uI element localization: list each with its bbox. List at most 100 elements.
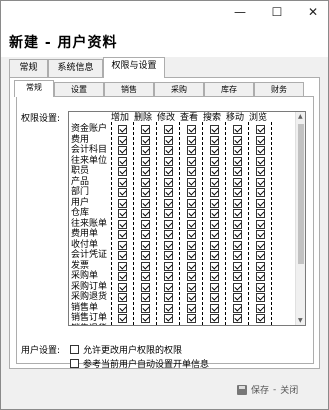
permission-checkbox[interactable] — [141, 251, 150, 260]
permission-checkbox[interactable] — [141, 303, 150, 313]
permission-checkbox[interactable] — [164, 293, 173, 302]
scroll-up-icon[interactable]: ▲ — [298, 113, 303, 120]
permission-checkbox[interactable] — [210, 261, 219, 271]
permission-checkbox[interactable] — [210, 282, 219, 292]
permission-checkbox[interactable] — [187, 146, 196, 155]
permission-checkbox[interactable] — [118, 125, 127, 134]
permission-checkbox[interactable] — [187, 251, 196, 260]
permission-checkbox[interactable] — [187, 219, 196, 229]
permission-checkbox[interactable] — [141, 177, 150, 187]
permission-checkbox[interactable] — [118, 198, 127, 208]
tab-general[interactable]: 常规 — [9, 59, 48, 77]
permission-checkbox[interactable] — [187, 135, 196, 145]
permission-checkbox[interactable] — [164, 177, 173, 187]
permission-checkbox[interactable] — [141, 135, 150, 145]
permission-checkbox[interactable] — [164, 188, 173, 197]
permission-checkbox[interactable] — [164, 324, 173, 325]
permission-checkbox[interactable] — [187, 167, 196, 176]
permission-checkbox[interactable] — [164, 167, 173, 176]
permission-checkbox[interactable] — [141, 219, 150, 229]
permission-checkbox[interactable] — [233, 156, 242, 166]
permission-checkbox[interactable] — [141, 125, 150, 134]
permission-checkbox[interactable] — [118, 272, 127, 281]
permissions-scrollbar[interactable]: ▲ ▼ — [295, 112, 305, 325]
permission-checkbox[interactable] — [210, 230, 219, 239]
permission-checkbox[interactable] — [210, 177, 219, 187]
permission-checkbox[interactable] — [256, 198, 265, 208]
permission-checkbox[interactable] — [118, 177, 127, 187]
permission-checkbox[interactable] — [210, 188, 219, 197]
permission-checkbox[interactable] — [210, 251, 219, 260]
permission-checkbox[interactable] — [233, 324, 242, 325]
permission-checkbox[interactable] — [187, 282, 196, 292]
permission-checkbox[interactable] — [164, 198, 173, 208]
permission-checkbox[interactable] — [141, 261, 150, 271]
permission-checkbox[interactable] — [164, 125, 173, 134]
permission-checkbox[interactable] — [118, 282, 127, 292]
permission-checkbox[interactable] — [164, 251, 173, 260]
permission-checkbox[interactable] — [256, 146, 265, 155]
inner-tab-finance[interactable]: 财务 — [254, 82, 304, 96]
permission-checkbox[interactable] — [187, 198, 196, 208]
tab-permissions-settings[interactable]: 权限与设置 — [103, 57, 165, 78]
permission-checkbox[interactable] — [164, 146, 173, 155]
auto-set-order-info-option[interactable]: 参考当前用户自动设置开单信息 — [70, 357, 209, 370]
permission-checkbox[interactable] — [256, 303, 265, 313]
permission-checkbox[interactable] — [233, 282, 242, 292]
permission-checkbox[interactable] — [141, 324, 150, 325]
permission-checkbox[interactable] — [210, 272, 219, 281]
permission-checkbox[interactable] — [210, 167, 219, 176]
permission-checkbox[interactable] — [210, 324, 219, 325]
permission-checkbox[interactable] — [210, 135, 219, 145]
permission-checkbox[interactable] — [164, 272, 173, 281]
permission-checkbox[interactable] — [233, 125, 242, 134]
permission-checkbox[interactable] — [141, 198, 150, 208]
permission-checkbox[interactable] — [256, 125, 265, 134]
permission-checkbox[interactable] — [164, 261, 173, 271]
permission-checkbox[interactable] — [164, 209, 173, 218]
permission-checkbox[interactable] — [164, 219, 173, 229]
permission-checkbox[interactable] — [233, 146, 242, 155]
permission-checkbox[interactable] — [141, 293, 150, 302]
permission-checkbox[interactable] — [233, 135, 242, 145]
permission-checkbox[interactable] — [187, 209, 196, 218]
permission-checkbox[interactable] — [118, 314, 127, 323]
maximize-button[interactable]: ☐ — [263, 1, 291, 23]
permission-checkbox[interactable] — [118, 219, 127, 229]
permission-checkbox[interactable] — [233, 219, 242, 229]
permission-checkbox[interactable] — [233, 209, 242, 218]
permission-checkbox[interactable] — [187, 261, 196, 271]
permission-checkbox[interactable] — [118, 261, 127, 271]
permission-checkbox[interactable] — [233, 167, 242, 176]
permission-checkbox[interactable] — [118, 146, 127, 155]
permission-checkbox[interactable] — [233, 272, 242, 281]
permission-checkbox[interactable] — [233, 251, 242, 260]
permission-checkbox[interactable] — [164, 230, 173, 239]
permission-checkbox[interactable] — [256, 177, 265, 187]
allow-change-permission-option[interactable]: 允许更改用户权限的权限 — [70, 343, 182, 356]
permission-checkbox[interactable] — [187, 324, 196, 325]
tab-system-info[interactable]: 系统信息 — [48, 59, 103, 77]
permission-checkbox[interactable] — [256, 240, 265, 250]
permission-checkbox[interactable] — [141, 188, 150, 197]
permission-checkbox[interactable] — [164, 314, 173, 323]
permission-checkbox[interactable] — [164, 135, 173, 145]
permission-checkbox[interactable] — [187, 293, 196, 302]
permission-checkbox[interactable] — [233, 314, 242, 323]
close-window-button[interactable]: ✕ — [299, 1, 327, 23]
permission-checkbox[interactable] — [210, 156, 219, 166]
inner-tab-purchase[interactable]: 采购 — [154, 82, 204, 96]
permission-checkbox[interactable] — [210, 198, 219, 208]
permission-checkbox[interactable] — [118, 240, 127, 250]
permission-checkbox[interactable] — [233, 177, 242, 187]
permission-checkbox[interactable] — [141, 230, 150, 239]
scroll-down-icon[interactable]: ▼ — [298, 317, 303, 324]
permission-checkbox[interactable] — [210, 219, 219, 229]
permission-checkbox[interactable] — [233, 240, 242, 250]
permission-checkbox[interactable] — [233, 303, 242, 313]
permission-checkbox[interactable] — [187, 177, 196, 187]
permission-checkbox[interactable] — [210, 125, 219, 134]
permission-checkbox[interactable] — [256, 156, 265, 166]
permission-checkbox[interactable] — [233, 230, 242, 239]
permission-checkbox[interactable] — [118, 156, 127, 166]
